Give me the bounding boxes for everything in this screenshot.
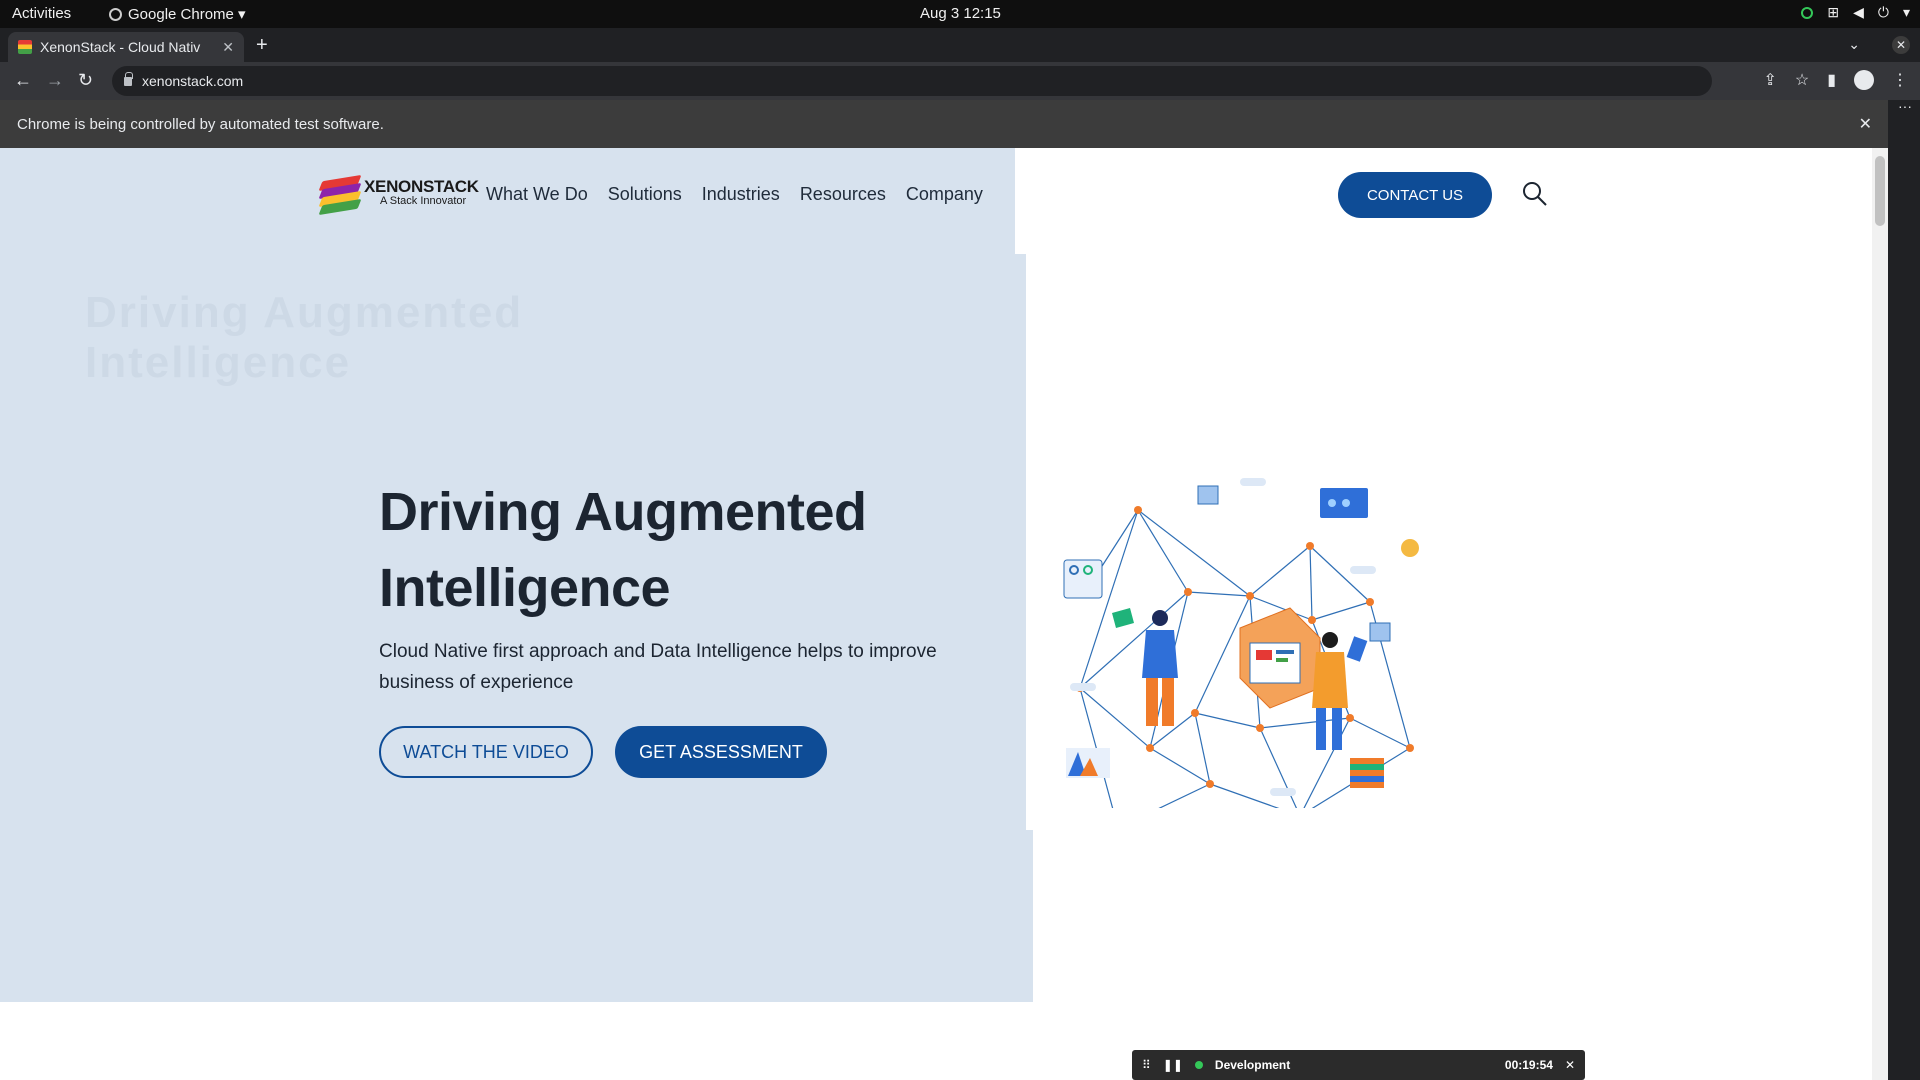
more-dots-icon[interactable]: ··· (1898, 98, 1912, 114)
nav-industries[interactable]: Industries (702, 184, 780, 205)
tab-search-chevron-icon[interactable]: ⌄ (1848, 36, 1860, 53)
network-icon[interactable]: ⊞ (1827, 4, 1839, 21)
recorder-close-icon[interactable]: ✕ (1565, 1058, 1575, 1072)
side-panel-icon[interactable]: ▮ (1827, 70, 1836, 90)
tray-menu-icon[interactable]: ▾ (1903, 4, 1910, 21)
power-icon[interactable]: ⏻ (1878, 4, 1889, 21)
address-bar[interactable]: xenonstack.com (112, 66, 1712, 96)
browser-toolbar: ← → ↻ xenonstack.com ⇪ ☆ ▮ ⋮ (0, 62, 1920, 100)
os-top-bar: Activities Google Chrome ▾ Aug 3 12:15 ⊞… (0, 0, 1920, 28)
infobar-close-icon[interactable]: ✕ (1859, 114, 1872, 134)
browser-tab[interactable]: XenonStack - Cloud Nativ ✕ (8, 32, 244, 62)
chrome-icon (109, 7, 122, 21)
cube-dashboard-icon (1239, 607, 1321, 709)
nav-solutions[interactable]: Solutions (608, 184, 682, 205)
profile-avatar[interactable] (1854, 70, 1874, 90)
person-blue-icon (1112, 608, 1178, 726)
app-menu-label: Google Chrome ▾ (128, 6, 246, 23)
lock-icon[interactable] (124, 71, 133, 86)
ghost-hero-title: Driving Augmented Intelligence (85, 288, 524, 387)
logo-tagline: A Stack Innovator (380, 195, 467, 207)
back-arrow-icon[interactable]: ← (14, 70, 32, 91)
nav-what-we-do[interactable]: What We Do (486, 184, 588, 205)
site-navigation: What We Do Solutions Industries Resource… (486, 184, 983, 205)
url-text: xenonstack.com (142, 73, 244, 89)
contact-us-button[interactable]: CONTACT US (1338, 172, 1492, 218)
system-tray[interactable]: ⊞ ◀ ⏻ ▾ (1801, 4, 1910, 21)
network-illustration (1063, 478, 1419, 808)
forward-arrow-icon[interactable]: → (46, 70, 64, 91)
recorder-timer: 00:19:54 (1504, 1058, 1553, 1072)
site-logo[interactable]: XENONSTACK A Stack Innovator (318, 174, 479, 216)
toolbar-actions: ⇪ ☆ ▮ ⋮ (1763, 70, 1908, 90)
xenonstack-logo-icon (318, 174, 362, 216)
pause-icon[interactable]: ❚❚ (1163, 1058, 1183, 1072)
tab-strip: XenonStack - Cloud Nativ ✕ + ⌄ ✕ (0, 28, 1920, 62)
logo-name: XENONSTACK (364, 177, 479, 196)
bookmark-star-icon[interactable]: ☆ (1795, 70, 1809, 90)
hero-title: Driving Augmented Intelligence (379, 482, 867, 618)
kebab-menu-icon[interactable]: ⋮ (1892, 70, 1908, 90)
drag-handle-icon[interactable]: ⠿ (1142, 1058, 1151, 1072)
watch-video-button[interactable]: WATCH THE VIDEO (379, 726, 593, 778)
clock[interactable]: Aug 3 12:15 (920, 5, 1001, 22)
app-menu[interactable]: Google Chrome ▾ (109, 5, 246, 23)
share-icon[interactable]: ⇪ (1763, 70, 1776, 90)
volume-icon[interactable]: ◀ (1853, 4, 1864, 21)
infobar-message: Chrome is being controlled by automated … (17, 115, 384, 133)
xenonstack-favicon-icon (18, 40, 32, 54)
tab-title: XenonStack - Cloud Nativ (40, 39, 201, 55)
page-scrollbar[interactable] (1872, 148, 1888, 1080)
window-close-button[interactable]: ✕ (1892, 36, 1910, 54)
recording-status-icon (1194, 1061, 1203, 1069)
search-icon[interactable] (1522, 181, 1548, 207)
recorder-bar: ⠿ ❚❚ Development 00:19:54 ✕ (1132, 1050, 1585, 1080)
side-strip (1888, 100, 1920, 1080)
nav-resources[interactable]: Resources (800, 184, 886, 205)
automation-infobar: Chrome is being controlled by automated … (0, 100, 1888, 148)
new-tab-button[interactable]: + (256, 34, 268, 57)
scrollbar-thumb[interactable] (1875, 156, 1885, 226)
get-assessment-button[interactable]: GET ASSESSMENT (615, 726, 827, 778)
recorder-title: Development (1214, 1058, 1291, 1072)
nav-company[interactable]: Company (906, 184, 983, 205)
hero-subtitle: Cloud Native first approach and Data Int… (379, 641, 937, 693)
activities-button[interactable]: Activities (12, 5, 71, 22)
reload-icon[interactable]: ↻ (78, 70, 93, 91)
web-page: Driving Augmented Intelligence XENONSTAC… (0, 148, 1888, 1080)
update-status-icon[interactable] (1801, 6, 1814, 19)
tab-close-icon[interactable]: ✕ (222, 39, 234, 56)
